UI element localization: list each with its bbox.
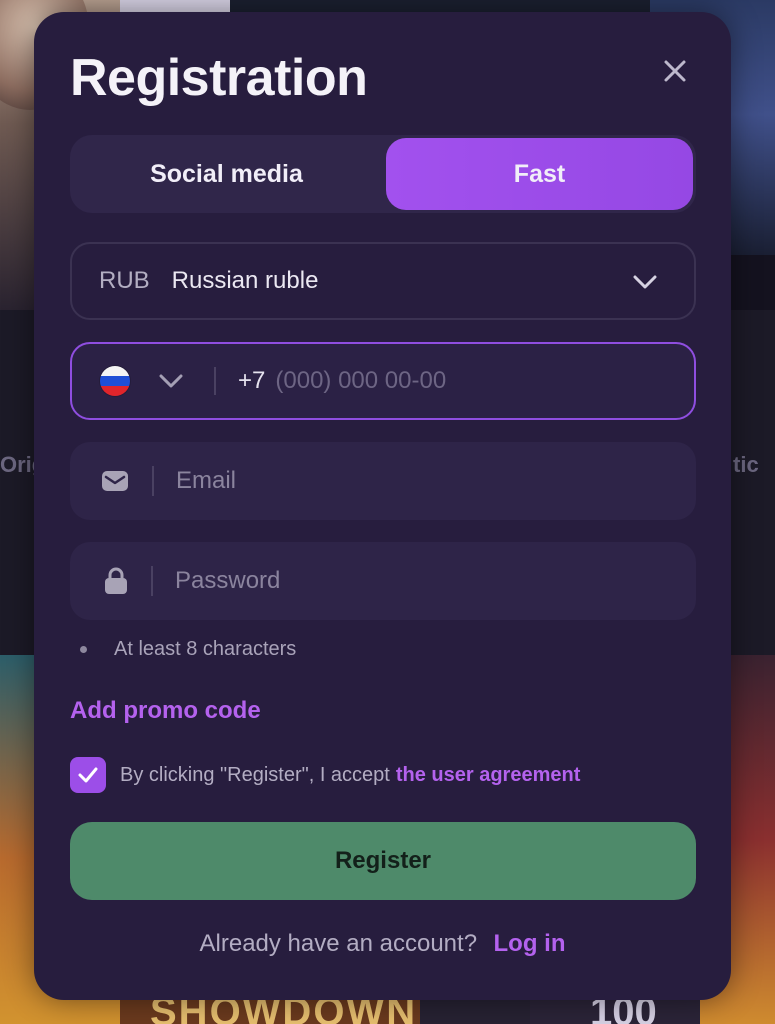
register-button[interactable]: Register — [70, 822, 696, 900]
login-prompt: Already have an account? Log in — [34, 930, 731, 958]
bullet-icon — [80, 646, 87, 653]
password-hint-text: At least 8 characters — [114, 638, 297, 660]
agreement-row: By clicking "Register", I accept the use… — [70, 757, 580, 793]
password-input[interactable] — [175, 567, 655, 595]
lock-icon — [103, 566, 129, 596]
modal-title: Registration — [70, 49, 368, 107]
email-field — [70, 442, 696, 520]
tab-fast[interactable]: Fast — [386, 138, 693, 210]
field-divider — [152, 466, 154, 496]
password-hint: At least 8 characters — [80, 638, 296, 661]
email-input[interactable] — [176, 467, 656, 495]
chevron-down-icon — [633, 275, 657, 289]
envelope-icon — [100, 466, 130, 496]
phone-prefix: +7 — [238, 367, 266, 394]
tab-social-media[interactable]: Social media — [73, 138, 380, 210]
registration-tabs: Social media Fast — [70, 135, 696, 213]
currency-name: Russian ruble — [171, 267, 319, 294]
phone-field: +7 — [70, 342, 696, 420]
password-field — [70, 542, 696, 620]
user-agreement-link[interactable]: the user agreement — [396, 764, 581, 787]
checkmark-icon — [78, 767, 98, 783]
close-icon — [664, 60, 686, 82]
chevron-down-icon[interactable] — [158, 370, 184, 392]
currency-code: RUB — [99, 267, 150, 294]
field-divider — [214, 367, 216, 395]
currency-select[interactable]: RUB Russian ruble — [70, 242, 696, 320]
login-question: Already have an account? — [199, 930, 478, 957]
login-link[interactable]: Log in — [494, 930, 566, 957]
field-divider — [151, 566, 153, 596]
agreement-checkbox[interactable] — [70, 757, 106, 793]
registration-modal: Registration Social media Fast RUB Russi… — [34, 12, 731, 1000]
category-label-right: tic — [733, 452, 759, 477]
phone-input[interactable] — [275, 367, 636, 395]
agreement-text: By clicking "Register", I accept — [120, 763, 390, 786]
russia-flag-icon[interactable] — [100, 366, 130, 396]
close-button[interactable] — [660, 56, 690, 86]
add-promo-code-link[interactable]: Add promo code — [70, 697, 261, 725]
